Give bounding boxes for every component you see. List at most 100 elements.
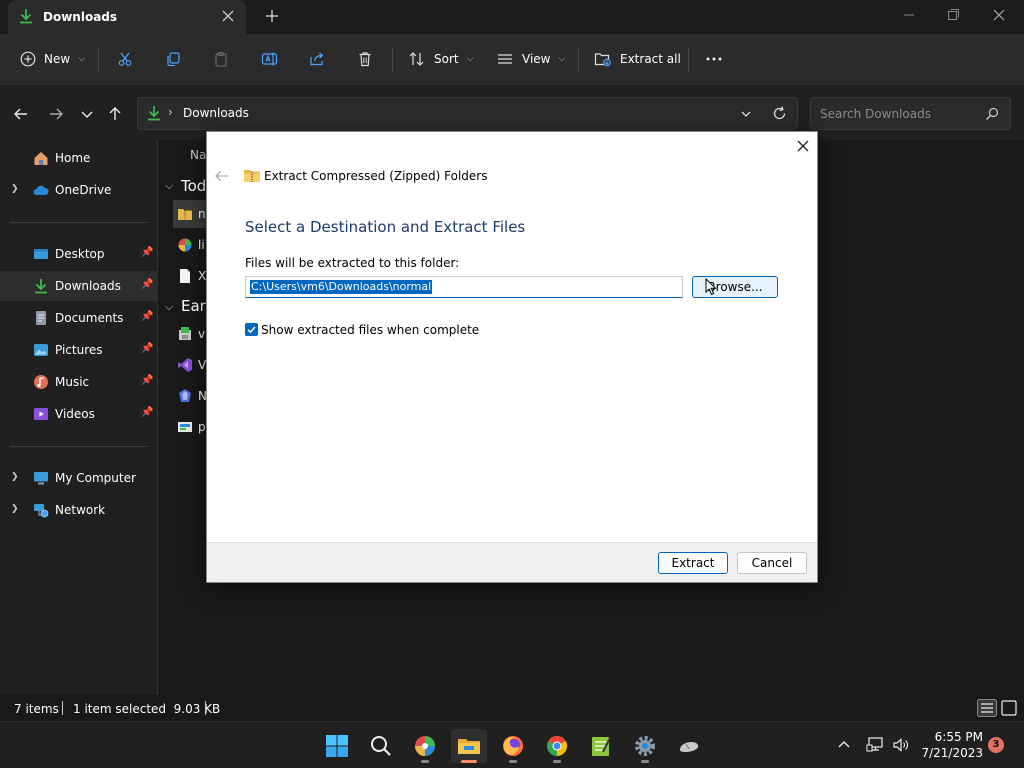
taskbar-app-color[interactable] [407, 729, 443, 763]
chevron-down-icon: ⌵ [466, 54, 474, 64]
extract-all-button[interactable]: Extract all [594, 46, 681, 72]
tiles-view-icon[interactable] [1000, 699, 1018, 717]
taskbar-app-file-explorer[interactable] [451, 729, 487, 763]
minimize-icon[interactable] [896, 4, 922, 26]
address-bar[interactable]: › Downloads [137, 97, 798, 130]
taskbar-app-notepad[interactable] [583, 729, 619, 763]
file-icon [180, 269, 190, 283]
sidebar-item-downloads[interactable]: Downloads 📌 [0, 271, 158, 301]
sidebar-item-label: Pictures [55, 343, 103, 357]
sidebar-item-music[interactable]: Music 📌 [0, 367, 158, 397]
sidebar-divider [10, 222, 148, 223]
color-wheel-icon [415, 736, 435, 756]
sidebar-item-pictures[interactable]: Pictures 📌 [0, 335, 158, 365]
delete-button[interactable] [357, 46, 373, 72]
cut-button[interactable] [117, 46, 133, 72]
close-tab-icon[interactable] [218, 6, 238, 26]
pin-icon[interactable]: 📌 [141, 247, 153, 258]
search-button[interactable] [363, 729, 399, 763]
back-arrow-icon[interactable] [10, 103, 32, 125]
music-icon [34, 375, 48, 389]
clipboard-icon [215, 51, 227, 67]
pin-icon[interactable]: 📌 [141, 279, 153, 290]
scissors-icon [118, 52, 132, 66]
taskbar-app-settings[interactable] [627, 729, 663, 763]
share-button[interactable] [309, 46, 327, 72]
sidebar-item-videos[interactable]: Videos 📌 [0, 399, 158, 429]
home-icon [34, 152, 48, 165]
up-arrow-icon[interactable] [104, 103, 126, 125]
chevron-right-icon[interactable]: ❯ [11, 472, 19, 482]
chevron-down-icon[interactable] [738, 106, 754, 122]
pin-icon[interactable]: 📌 [141, 375, 153, 386]
refresh-icon[interactable] [771, 105, 788, 122]
chevron-down-icon[interactable]: ⌵ [165, 179, 173, 193]
show-files-label[interactable]: Show extracted files when complete [261, 323, 479, 337]
restore-icon[interactable] [940, 4, 966, 26]
sidebar-item-my-computer[interactable]: ❯ My Computer [0, 463, 158, 493]
volume-icon[interactable] [892, 736, 910, 754]
checkmark-icon [247, 326, 256, 334]
view-button[interactable]: View ⌵ [496, 46, 565, 72]
status-bar: 7 items 1 item selected 9.03 KB [0, 695, 1024, 721]
chevron-right-icon: › [168, 105, 173, 119]
desktop-icon [34, 249, 48, 259]
clock-time[interactable]: 6:55 PM [925, 730, 983, 744]
search-input[interactable]: Search Downloads [810, 97, 1011, 130]
sidebar-item-documents[interactable]: Documents 📌 [0, 303, 158, 333]
clock-date[interactable]: 7/21/2023 [920, 746, 983, 760]
start-button[interactable] [319, 729, 355, 763]
close-window-icon[interactable] [986, 4, 1012, 26]
cancel-button[interactable]: Cancel [737, 552, 807, 574]
running-indicator [553, 760, 561, 763]
chevron-up-icon[interactable] [836, 737, 852, 753]
back-arrow-icon[interactable] [213, 168, 231, 184]
zip-folder-icon [178, 209, 192, 220]
file-name: li [198, 238, 205, 252]
column-header-name[interactable]: Na [190, 148, 206, 162]
chevron-right-icon[interactable]: ❯ [11, 184, 19, 194]
sidebar-item-label: Documents [55, 311, 124, 325]
more-options-button[interactable] [704, 46, 724, 72]
show-files-checkbox[interactable] [245, 323, 258, 336]
new-button[interactable]: New ⌵ [20, 46, 85, 72]
taskbar: 6:55 PM 7/21/2023 3 [0, 721, 1024, 768]
sidebar-item-desktop[interactable]: Desktop 📌 [0, 239, 158, 269]
command-bar: New ⌵ Sort ⌵ View ⌵ Extract all [0, 34, 1024, 86]
extract-button[interactable]: Extract [658, 552, 728, 574]
pin-icon[interactable]: 📌 [141, 407, 153, 418]
share-icon [310, 52, 324, 66]
search-icon [986, 107, 999, 120]
toolbar-divider [688, 48, 689, 72]
chevron-right-icon[interactable]: ❯ [11, 504, 19, 514]
running-indicator [641, 760, 649, 763]
destination-input[interactable]: C:\Users\vm6\Downloads\normal [245, 276, 683, 298]
file-name: V [198, 358, 207, 372]
chevron-down-icon[interactable]: ⌵ [165, 300, 173, 314]
address-location: Downloads [183, 106, 249, 120]
new-tab-icon[interactable] [262, 6, 282, 26]
color-wheel-icon [178, 238, 192, 252]
sidebar-item-onedrive[interactable]: ❯ OneDrive [0, 175, 158, 205]
taskbar-app-mouse[interactable] [671, 729, 707, 763]
paste-button[interactable] [213, 46, 229, 72]
rename-button[interactable] [261, 46, 279, 72]
taskbar-app-firefox[interactable] [495, 729, 531, 763]
copy-button[interactable] [165, 46, 181, 72]
destination-value: C:\Users\vm6\Downloads\normal [250, 280, 433, 294]
forward-arrow-icon[interactable] [45, 103, 67, 125]
close-icon[interactable] [793, 136, 813, 156]
sidebar-item-network[interactable]: ❯ Network [0, 495, 158, 525]
recent-locations-chevron-icon[interactable] [76, 103, 98, 125]
sidebar-item-home[interactable]: Home [0, 143, 158, 173]
status-divider [205, 701, 206, 715]
network-status-icon[interactable] [866, 736, 886, 754]
pin-icon[interactable]: 📌 [141, 343, 153, 354]
taskbar-app-chrome[interactable] [539, 729, 575, 763]
tab-downloads[interactable]: Downloads [8, 0, 246, 34]
notification-badge[interactable]: 3 [988, 737, 1004, 753]
details-view-icon[interactable] [977, 699, 997, 717]
pin-icon[interactable]: 📌 [141, 311, 153, 322]
toolbar-divider [392, 48, 393, 72]
sort-button[interactable]: Sort ⌵ [408, 46, 473, 72]
